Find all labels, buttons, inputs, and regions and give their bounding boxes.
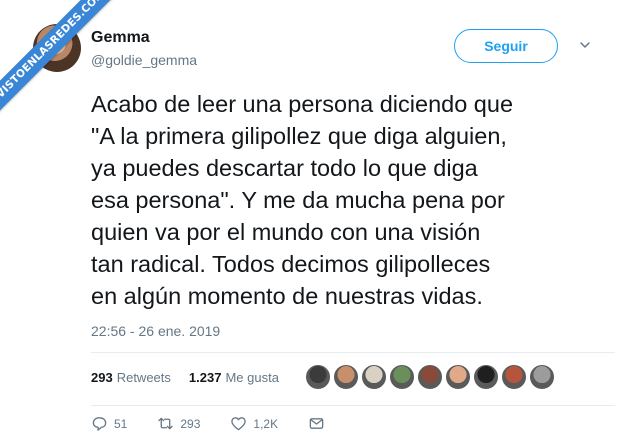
liker-avatar[interactable] <box>389 364 415 390</box>
liker-avatar[interactable] <box>473 364 499 390</box>
liker-avatar[interactable] <box>305 364 331 390</box>
retweet-button[interactable]: 293 <box>157 415 200 432</box>
liker-avatar[interactable] <box>445 364 471 390</box>
action-bar: 51 293 1,2K <box>91 415 355 432</box>
liker-avatar[interactable] <box>361 364 387 390</box>
chevron-down-icon[interactable] <box>578 38 592 52</box>
divider <box>91 352 615 353</box>
retweets-label[interactable]: Retweets <box>117 370 171 385</box>
message-button[interactable] <box>308 415 325 432</box>
heart-icon <box>231 417 247 431</box>
reply-icon <box>92 417 107 431</box>
retweet-count: 293 <box>180 416 201 431</box>
liker-avatar[interactable] <box>501 364 527 390</box>
engagement-stats: 293 Retweets 1.237 Me gusta <box>91 370 279 385</box>
liker-avatars <box>305 364 555 390</box>
liker-avatar[interactable] <box>417 364 443 390</box>
reply-button[interactable]: 51 <box>91 415 127 432</box>
retweets-count[interactable]: 293 <box>91 370 113 385</box>
likes-label[interactable]: Me gusta <box>225 370 278 385</box>
envelope-icon <box>309 418 324 429</box>
reply-count: 51 <box>114 416 128 431</box>
tweet-timestamp[interactable]: 22:56 - 26 ene. 2019 <box>91 323 220 339</box>
likes-count[interactable]: 1.237 <box>189 370 222 385</box>
retweet-icon <box>158 417 174 430</box>
follow-button[interactable]: Seguir <box>454 29 558 63</box>
divider <box>91 405 615 406</box>
watermark-ribbon: VISTOENLASREDES.COM <box>0 0 126 120</box>
like-button[interactable]: 1,2K <box>230 415 278 432</box>
like-count: 1,2K <box>253 416 279 431</box>
watermark: VISTOENLASREDES.COM <box>0 0 130 130</box>
tweet-text: Acabo de leer una persona diciendo que "… <box>91 91 514 309</box>
liker-avatar[interactable] <box>333 364 359 390</box>
liker-avatar[interactable] <box>529 364 555 390</box>
